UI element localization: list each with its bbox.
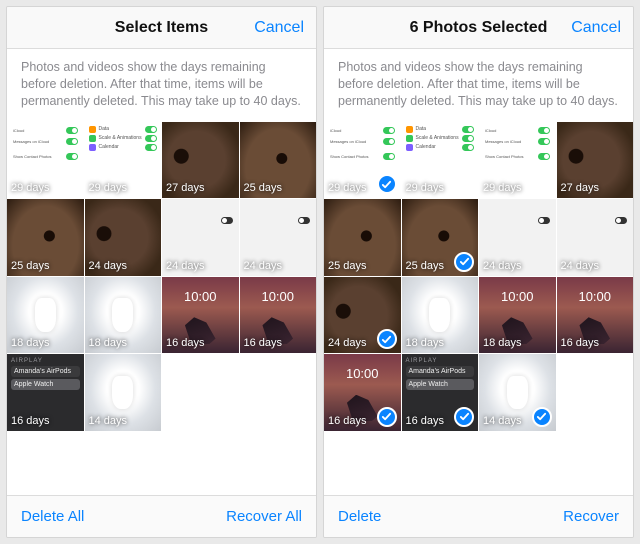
photo-thumbnail[interactable]: iCloud Messages on iCloud Show Contact P…: [324, 122, 401, 199]
days-remaining-label: 16 days: [244, 337, 283, 349]
photo-thumbnail[interactable]: 24 days: [85, 199, 162, 276]
days-remaining-label: 16 days: [406, 415, 445, 427]
photo-grid-left: iCloud Messages on iCloud Show Contact P…: [7, 122, 316, 431]
info-text: Photos and videos show the days remainin…: [324, 49, 633, 122]
days-remaining-label: 18 days: [11, 337, 50, 349]
delete-button[interactable]: Delete: [338, 508, 381, 525]
recover-button[interactable]: Recover: [563, 508, 619, 525]
photo-thumbnail[interactable]: Data Scale & Animations Calendar 29 days: [402, 122, 479, 199]
cancel-button[interactable]: Cancel: [571, 7, 621, 48]
cancel-button[interactable]: Cancel: [254, 7, 304, 48]
days-remaining-label: 24 days: [244, 260, 283, 272]
photo-thumbnail[interactable]: 25 days: [7, 199, 84, 276]
photo-thumbnail[interactable]: 10:0016 days: [162, 277, 239, 354]
days-remaining-label: 16 days: [328, 415, 367, 427]
days-remaining-label: 24 days: [483, 260, 522, 272]
days-remaining-label: 25 days: [406, 260, 445, 272]
days-remaining-label: 27 days: [166, 182, 205, 194]
photo-thumbnail[interactable]: 18 days: [402, 277, 479, 354]
phone-left: Select Items Cancel Photos and videos sh…: [6, 6, 317, 538]
empty-cell: [240, 354, 317, 431]
days-remaining-label: 18 days: [483, 337, 522, 349]
photo-thumbnail[interactable]: 24 days: [479, 199, 556, 276]
selected-check-icon: [532, 407, 552, 427]
days-remaining-label: 29 days: [11, 182, 50, 194]
photo-thumbnail[interactable]: 10:0016 days: [240, 277, 317, 354]
photo-thumbnail[interactable]: 27 days: [162, 122, 239, 199]
empty-cell: [557, 354, 634, 431]
navbar: 6 Photos Selected Cancel: [324, 7, 633, 49]
selected-check-icon: [377, 407, 397, 427]
days-remaining-label: 14 days: [89, 415, 128, 427]
photo-thumbnail[interactable]: 18 days: [7, 277, 84, 354]
days-remaining-label: 18 days: [89, 337, 128, 349]
days-remaining-label: 29 days: [406, 182, 445, 194]
photo-thumbnail[interactable]: 10:0016 days: [324, 354, 401, 431]
selected-check-icon: [454, 407, 474, 427]
days-remaining-label: 24 days: [89, 260, 128, 272]
recover-all-button[interactable]: Recover All: [226, 508, 302, 525]
nav-title: Select Items: [115, 19, 208, 37]
photo-thumbnail[interactable]: 10:0018 days: [479, 277, 556, 354]
days-remaining-label: 16 days: [11, 415, 50, 427]
photo-thumbnail[interactable]: 14 days: [479, 354, 556, 431]
selected-check-icon: [377, 174, 397, 194]
days-remaining-label: 16 days: [166, 337, 205, 349]
toolbar: Delete All Recover All: [7, 495, 316, 537]
days-remaining-label: 16 days: [561, 337, 600, 349]
days-remaining-label: 24 days: [561, 260, 600, 272]
photo-thumbnail[interactable]: iCloud Messages on iCloud Show Contact P…: [479, 122, 556, 199]
days-remaining-label: 25 days: [328, 260, 367, 272]
days-remaining-label: 29 days: [89, 182, 128, 194]
photo-thumbnail[interactable]: 24 days: [240, 199, 317, 276]
photo-thumbnail[interactable]: 27 days: [557, 122, 634, 199]
phone-right: 6 Photos Selected Cancel Photos and vide…: [323, 6, 634, 538]
delete-all-button[interactable]: Delete All: [21, 508, 84, 525]
days-remaining-label: 29 days: [483, 182, 522, 194]
photo-thumbnail[interactable]: Data Scale & Animations Calendar 29 days: [85, 122, 162, 199]
info-text: Photos and videos show the days remainin…: [7, 49, 316, 122]
photo-thumbnail[interactable]: 24 days: [162, 199, 239, 276]
photo-thumbnail[interactable]: 10:0016 days: [557, 277, 634, 354]
days-remaining-label: 24 days: [328, 337, 367, 349]
days-remaining-label: 25 days: [11, 260, 50, 272]
days-remaining-label: 18 days: [406, 337, 445, 349]
photo-thumbnail[interactable]: 25 days: [402, 199, 479, 276]
days-remaining-label: 29 days: [328, 182, 367, 194]
photo-thumbnail[interactable]: 24 days: [557, 199, 634, 276]
toolbar: Delete Recover: [324, 495, 633, 537]
days-remaining-label: 25 days: [244, 182, 283, 194]
days-remaining-label: 27 days: [561, 182, 600, 194]
navbar: Select Items Cancel: [7, 7, 316, 49]
empty-cell: [162, 354, 239, 431]
photo-thumbnail[interactable]: 24 days: [324, 277, 401, 354]
photo-thumbnail[interactable]: 18 days: [85, 277, 162, 354]
photo-thumbnail[interactable]: 14 days: [85, 354, 162, 431]
selected-check-icon: [377, 329, 397, 349]
photo-grid-right: iCloud Messages on iCloud Show Contact P…: [324, 122, 633, 431]
photo-thumbnail[interactable]: AIRPLAY Amanda's AirPods Apple Watch 16 …: [402, 354, 479, 431]
photo-thumbnail[interactable]: 25 days: [240, 122, 317, 199]
selected-check-icon: [454, 252, 474, 272]
days-remaining-label: 24 days: [166, 260, 205, 272]
photo-thumbnail[interactable]: iCloud Messages on iCloud Show Contact P…: [7, 122, 84, 199]
days-remaining-label: 14 days: [483, 415, 522, 427]
nav-title: 6 Photos Selected: [410, 19, 548, 37]
photo-thumbnail[interactable]: 25 days: [324, 199, 401, 276]
photo-thumbnail[interactable]: AIRPLAY Amanda's AirPods Apple Watch 16 …: [7, 354, 84, 431]
